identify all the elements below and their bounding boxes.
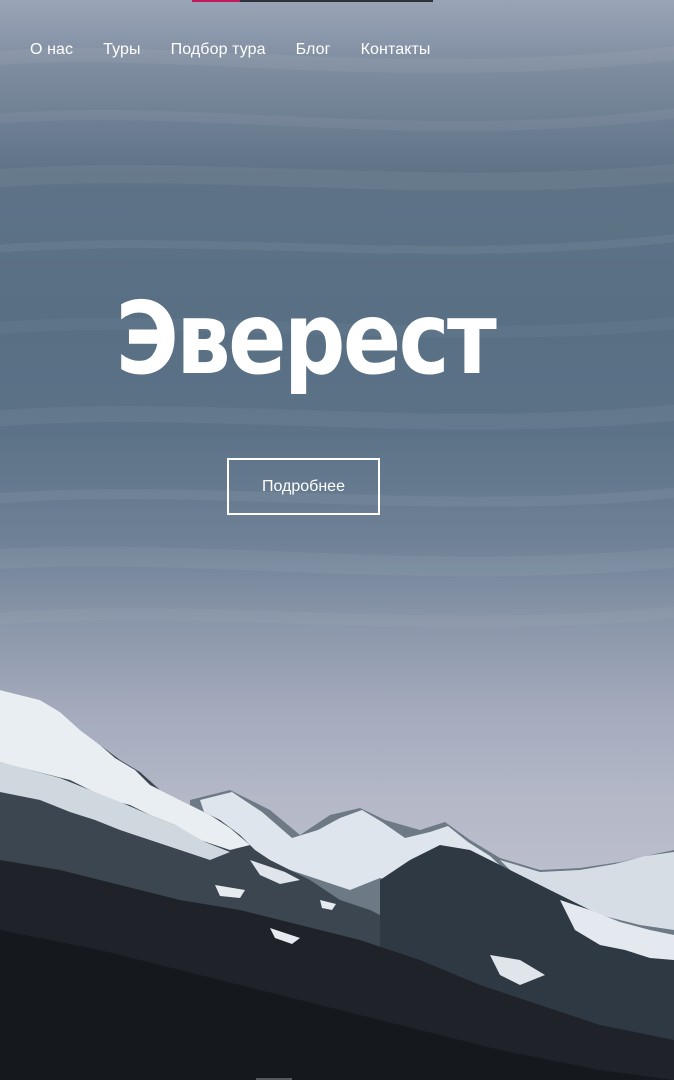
hero-section: О нас Туры Подбор тура Блог Контакты Эве… (0, 0, 674, 1080)
more-details-button[interactable]: Подробнее (227, 458, 380, 515)
main-nav: О нас Туры Подбор тура Блог Контакты (30, 40, 431, 60)
nav-item-contacts[interactable]: Контакты (361, 40, 431, 60)
nav-item-tour-selection[interactable]: Подбор тура (171, 40, 266, 60)
hero-title: Эверест (115, 280, 497, 397)
slider-progress-bar (192, 0, 433, 2)
mountains-illustration (0, 690, 674, 1080)
slider-progress-fill (192, 0, 241, 2)
nav-item-about[interactable]: О нас (30, 40, 73, 60)
nav-item-blog[interactable]: Блог (296, 40, 331, 60)
nav-item-tours[interactable]: Туры (103, 40, 141, 60)
